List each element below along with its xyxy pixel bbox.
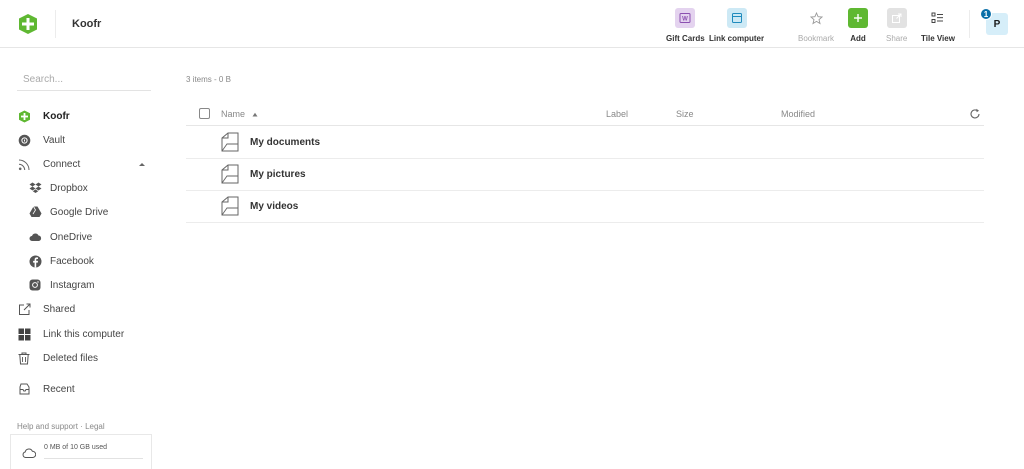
gift-cards-button[interactable]: W Gift Cards <box>666 8 705 43</box>
legal-link[interactable]: Legal <box>85 422 105 431</box>
sidebar-item-instagram[interactable]: Instagram <box>28 276 94 294</box>
gift-cards-label: Gift Cards <box>666 34 705 43</box>
sidebar-item-label: Facebook <box>50 255 94 267</box>
sidebar-item-recent[interactable]: Recent <box>17 380 75 398</box>
share-label: Share <box>886 34 908 43</box>
help-and-support-link[interactable]: Help and support <box>17 422 78 431</box>
select-all-checkbox[interactable] <box>199 108 210 119</box>
sidebar-item-onedrive[interactable]: OneDrive <box>28 228 92 246</box>
instagram-icon <box>28 278 42 292</box>
sidebar-item-label: Vault <box>43 134 66 146</box>
sidebar-item-shared[interactable]: Shared <box>17 300 75 318</box>
sidebar-item-label: Connect <box>43 158 81 170</box>
column-size-header[interactable]: Size <box>676 109 694 119</box>
sidebar-item-koofr[interactable]: Koofr <box>17 107 70 125</box>
table-row[interactable]: My pictures <box>186 158 984 191</box>
share-button[interactable]: Share <box>886 8 907 43</box>
svg-text:W: W <box>682 17 688 23</box>
sidebar-item-label: Koofr <box>43 110 70 122</box>
shared-icon <box>17 302 31 316</box>
link-computer-label: Link computer <box>709 34 765 43</box>
recent-icon <box>17 382 31 396</box>
tile-view-label: Tile View <box>921 34 955 43</box>
column-name-label: Name <box>221 109 246 119</box>
sidebar-item-label: Dropbox <box>50 182 88 194</box>
refresh-icon[interactable] <box>969 108 981 120</box>
tile-view-icon <box>928 8 948 28</box>
file-name[interactable]: My pictures <box>250 169 306 180</box>
storage-usage-panel[interactable]: 0 MB of 10 GB used <box>10 434 152 469</box>
sidebar-item-label: Link this computer <box>43 328 125 340</box>
column-modified-header[interactable]: Modified <box>781 109 815 119</box>
star-icon <box>806 8 826 28</box>
connect-icon <box>17 157 31 171</box>
sidebar-item-label: Shared <box>43 303 76 315</box>
sidebar-item-connect[interactable]: Connect <box>17 155 80 173</box>
sidebar-item-deleted-files[interactable]: Deleted files <box>17 349 98 367</box>
column-name-header[interactable]: Name <box>221 109 258 119</box>
koofr-icon <box>17 109 31 123</box>
sidebar-item-label: Google Drive <box>50 206 109 218</box>
trash-icon <box>17 351 31 365</box>
sort-ascending-icon <box>252 112 258 117</box>
chevron-up-icon[interactable] <box>138 161 146 167</box>
table-row[interactable]: My videos <box>186 190 984 223</box>
help-links: Help and support · Legal <box>17 422 105 431</box>
sidebar-item-vault[interactable]: Vault <box>17 131 65 149</box>
folder-icon <box>221 164 239 184</box>
sidebar-item-label: Deleted files <box>43 352 99 364</box>
sidebar-item-label: OneDrive <box>50 231 93 243</box>
add-button[interactable]: Add <box>848 8 868 43</box>
sidebar-item-label: Recent <box>43 383 75 395</box>
help-separator: · <box>80 422 83 431</box>
gift-card-icon: W <box>675 8 696 28</box>
onedrive-icon <box>28 230 42 244</box>
tile-view-button[interactable]: Tile View <box>921 8 955 43</box>
storage-usage-bar <box>44 458 143 459</box>
notification-badge[interactable]: 1 <box>980 8 992 20</box>
sidebar-item-google-drive[interactable]: Google Drive <box>28 203 108 221</box>
sidebar-item-link-this-computer[interactable]: Link this computer <box>17 325 124 343</box>
sidebar-item-dropbox[interactable]: Dropbox <box>28 179 88 197</box>
sidebar-item-label: Instagram <box>50 279 95 291</box>
file-table-header: Name Label Size Modified <box>186 104 984 126</box>
google-drive-icon <box>28 205 42 219</box>
header-divider <box>55 10 56 38</box>
table-row[interactable]: My documents <box>186 126 984 159</box>
computer-icon <box>726 8 747 28</box>
windows-icon <box>17 327 31 341</box>
sidebar-item-facebook[interactable]: Facebook <box>28 252 94 270</box>
cloud-icon <box>22 448 36 458</box>
file-name[interactable]: My videos <box>250 201 298 212</box>
column-label-header[interactable]: Label <box>606 109 628 119</box>
folder-icon <box>221 196 239 216</box>
top-header: Koofr W Gift Cards Link computer Bookmar… <box>0 0 1024 48</box>
koofr-logo-icon[interactable] <box>17 13 39 35</box>
bookmark-button[interactable]: Bookmark <box>798 8 834 43</box>
plus-icon <box>848 8 868 28</box>
search-input[interactable] <box>17 69 151 91</box>
storage-usage-text: 0 MB of 10 GB used <box>44 444 108 451</box>
items-summary: 3 items - 0 B <box>186 75 231 84</box>
add-label: Add <box>850 34 866 43</box>
app-title: Koofr <box>72 18 102 30</box>
bookmark-label: Bookmark <box>798 34 835 43</box>
facebook-icon <box>28 254 42 268</box>
vault-icon <box>17 133 31 147</box>
file-name[interactable]: My documents <box>250 137 320 148</box>
share-icon <box>886 8 907 28</box>
dropbox-icon <box>28 181 42 195</box>
folder-icon <box>221 132 239 152</box>
header-divider-right <box>969 10 970 38</box>
link-computer-button[interactable]: Link computer <box>709 8 764 43</box>
